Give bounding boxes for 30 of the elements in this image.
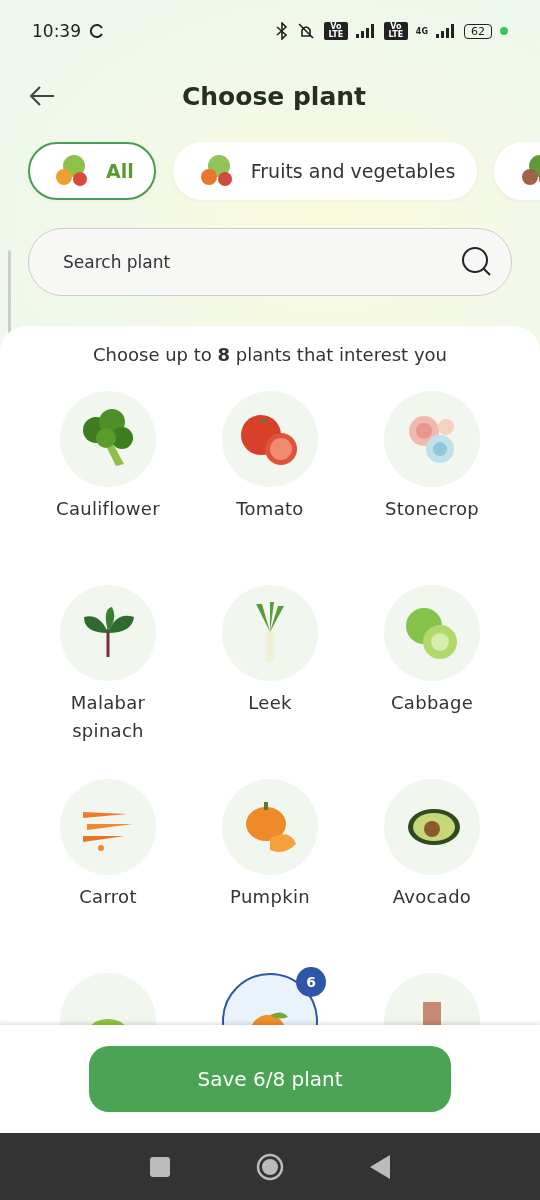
battery-level: 62 [464,23,492,39]
bluetooth-icon [275,22,288,40]
recents-icon [150,1156,170,1177]
plant-name: Carrot [78,885,138,909]
signal-icon [436,24,456,38]
volte-badge: Vo LTE [323,22,348,40]
privacy-dot [500,27,508,35]
volte-badge: Vo LTE [383,22,408,40]
signal-icon [355,24,376,38]
plant-name: Leek [247,691,293,715]
clock: 10:39 [32,21,81,41]
home-icon [256,1152,284,1181]
plant-name: Stonecrop [384,497,480,521]
back-icon [370,1154,390,1179]
plant-name: Pumpkin [229,885,311,909]
plant-name: Cabbage [389,691,475,715]
plant-name: Tomato [235,497,305,521]
network-type: 4G [415,26,428,36]
save-button[interactable]: Save 6/8 plant [89,1046,451,1112]
plant-name: Malabar spinach [69,691,147,743]
selection-badge: 6 [296,967,326,997]
category-chip[interactable]: Fruits and vegetables [172,142,478,200]
instruction-text: Choose up to 8 plants that interest you [93,344,447,365]
search-field[interactable]: Search plant [28,228,512,296]
plant-name: Avocado [391,885,473,909]
page-title: Choose plant [181,81,367,111]
category-chip[interactable]: All [28,142,156,200]
muted-bell-icon [295,22,316,40]
plant-name: Cauliflower [55,497,161,521]
sync-icon [89,23,105,39]
